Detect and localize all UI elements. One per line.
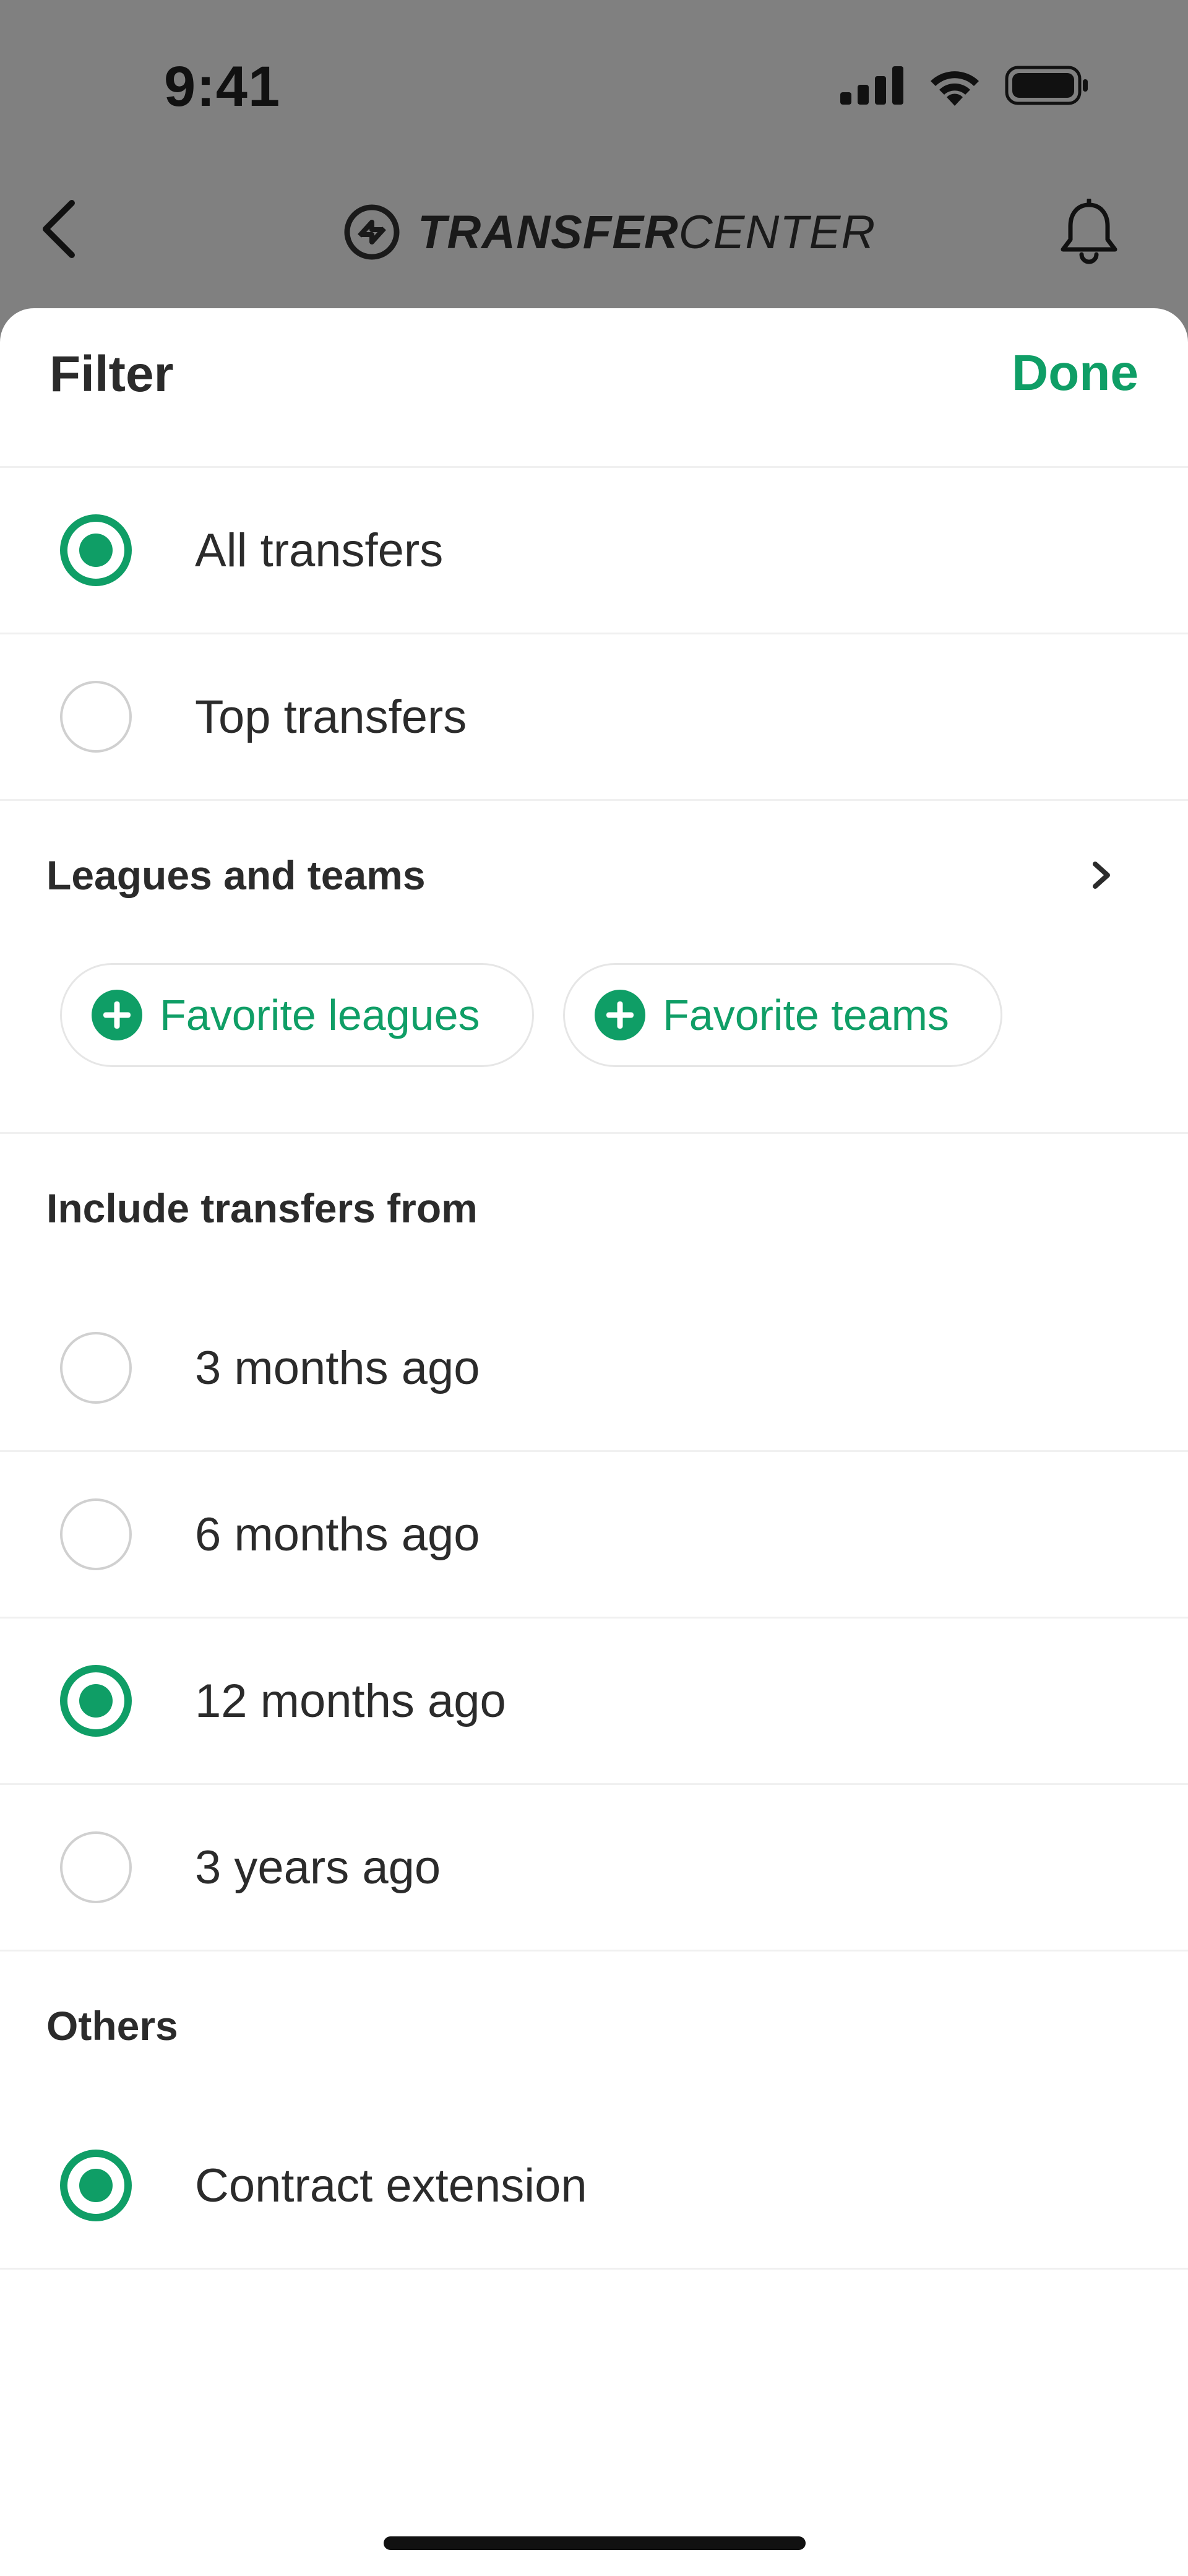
status-icons xyxy=(840,65,1089,106)
radio-unselected-icon[interactable] xyxy=(60,1332,132,1404)
notifications-button[interactable] xyxy=(1052,195,1126,269)
chip-label: Favorite teams xyxy=(663,991,949,1039)
option-12-months[interactable]: 12 months ago xyxy=(0,1619,1188,1785)
option-label: 3 years ago xyxy=(195,1841,441,1894)
status-time: 9:41 xyxy=(164,55,281,118)
brand-name: TRANSFERCENTER xyxy=(418,205,876,259)
home-indicator xyxy=(384,2536,806,2550)
bell-icon xyxy=(1061,199,1117,264)
wifi-icon xyxy=(931,71,979,106)
radio-selected-icon[interactable] xyxy=(60,2150,132,2221)
section-include-transfers-from: Include transfers from xyxy=(0,1134,1188,1286)
chip-label: Favorite leagues xyxy=(160,991,480,1039)
option-label: Top transfers xyxy=(195,690,467,743)
option-top-transfers[interactable]: Top transfers xyxy=(0,634,1188,801)
back-button[interactable] xyxy=(25,195,93,263)
section-others: Others xyxy=(0,1951,1188,2103)
nav-bar: TRANSFERCENTER xyxy=(0,173,1188,285)
favorite-teams-chip[interactable]: Favorite teams xyxy=(563,963,1002,1067)
radio-unselected-icon[interactable] xyxy=(60,681,132,753)
section-title: Others xyxy=(46,2003,178,2049)
sheet-header: Filter Done xyxy=(0,308,1188,468)
option-label: All transfers xyxy=(195,524,444,577)
radio-unselected-icon[interactable] xyxy=(60,1498,132,1570)
status-bar: 9:41 xyxy=(0,0,1188,161)
plus-circle-icon xyxy=(92,990,142,1040)
chevron-left-icon xyxy=(43,200,75,258)
background-screen: 9:41 TRANSFERCENTER xyxy=(0,0,1188,347)
transfer-arrows-icon xyxy=(344,204,400,260)
sheet-title: Filter xyxy=(50,346,174,402)
option-3-years[interactable]: 3 years ago xyxy=(0,1785,1188,1951)
chevron-right-icon[interactable] xyxy=(1083,857,1120,894)
option-contract-extension[interactable]: Contract extension xyxy=(0,2103,1188,2270)
option-label: 6 months ago xyxy=(195,1508,480,1561)
battery-icon xyxy=(1005,66,1088,105)
done-button[interactable]: Done xyxy=(1012,344,1138,402)
option-3-months[interactable]: 3 months ago xyxy=(0,1286,1188,1452)
brand-name-light: CENTER xyxy=(678,205,876,259)
favorite-leagues-chip[interactable]: Favorite leagues xyxy=(60,963,534,1067)
option-label: 12 months ago xyxy=(195,1674,506,1727)
plus-circle-icon xyxy=(595,990,645,1040)
signal-icon xyxy=(840,66,903,105)
section-leagues-and-teams[interactable]: Leagues and teams xyxy=(0,801,1188,953)
option-all-transfers[interactable]: All transfers xyxy=(0,468,1188,634)
option-label: 3 months ago xyxy=(195,1341,480,1394)
radio-unselected-icon[interactable] xyxy=(60,1831,132,1903)
section-title: Leagues and teams xyxy=(46,852,426,898)
favorites-chips: Favorite leagues Favorite teams xyxy=(0,953,1188,1134)
radio-selected-icon[interactable] xyxy=(60,514,132,586)
option-label: Contract extension xyxy=(195,2159,587,2212)
option-6-months[interactable]: 6 months ago xyxy=(0,1452,1188,1619)
filter-sheet: Filter Done All transfers Top transfers … xyxy=(0,308,1188,2576)
brand-name-strong: TRANSFER xyxy=(418,205,679,259)
brand-logo: TRANSFERCENTER xyxy=(343,201,876,263)
radio-selected-icon[interactable] xyxy=(60,1665,132,1737)
section-title: Include transfers from xyxy=(46,1185,478,1231)
